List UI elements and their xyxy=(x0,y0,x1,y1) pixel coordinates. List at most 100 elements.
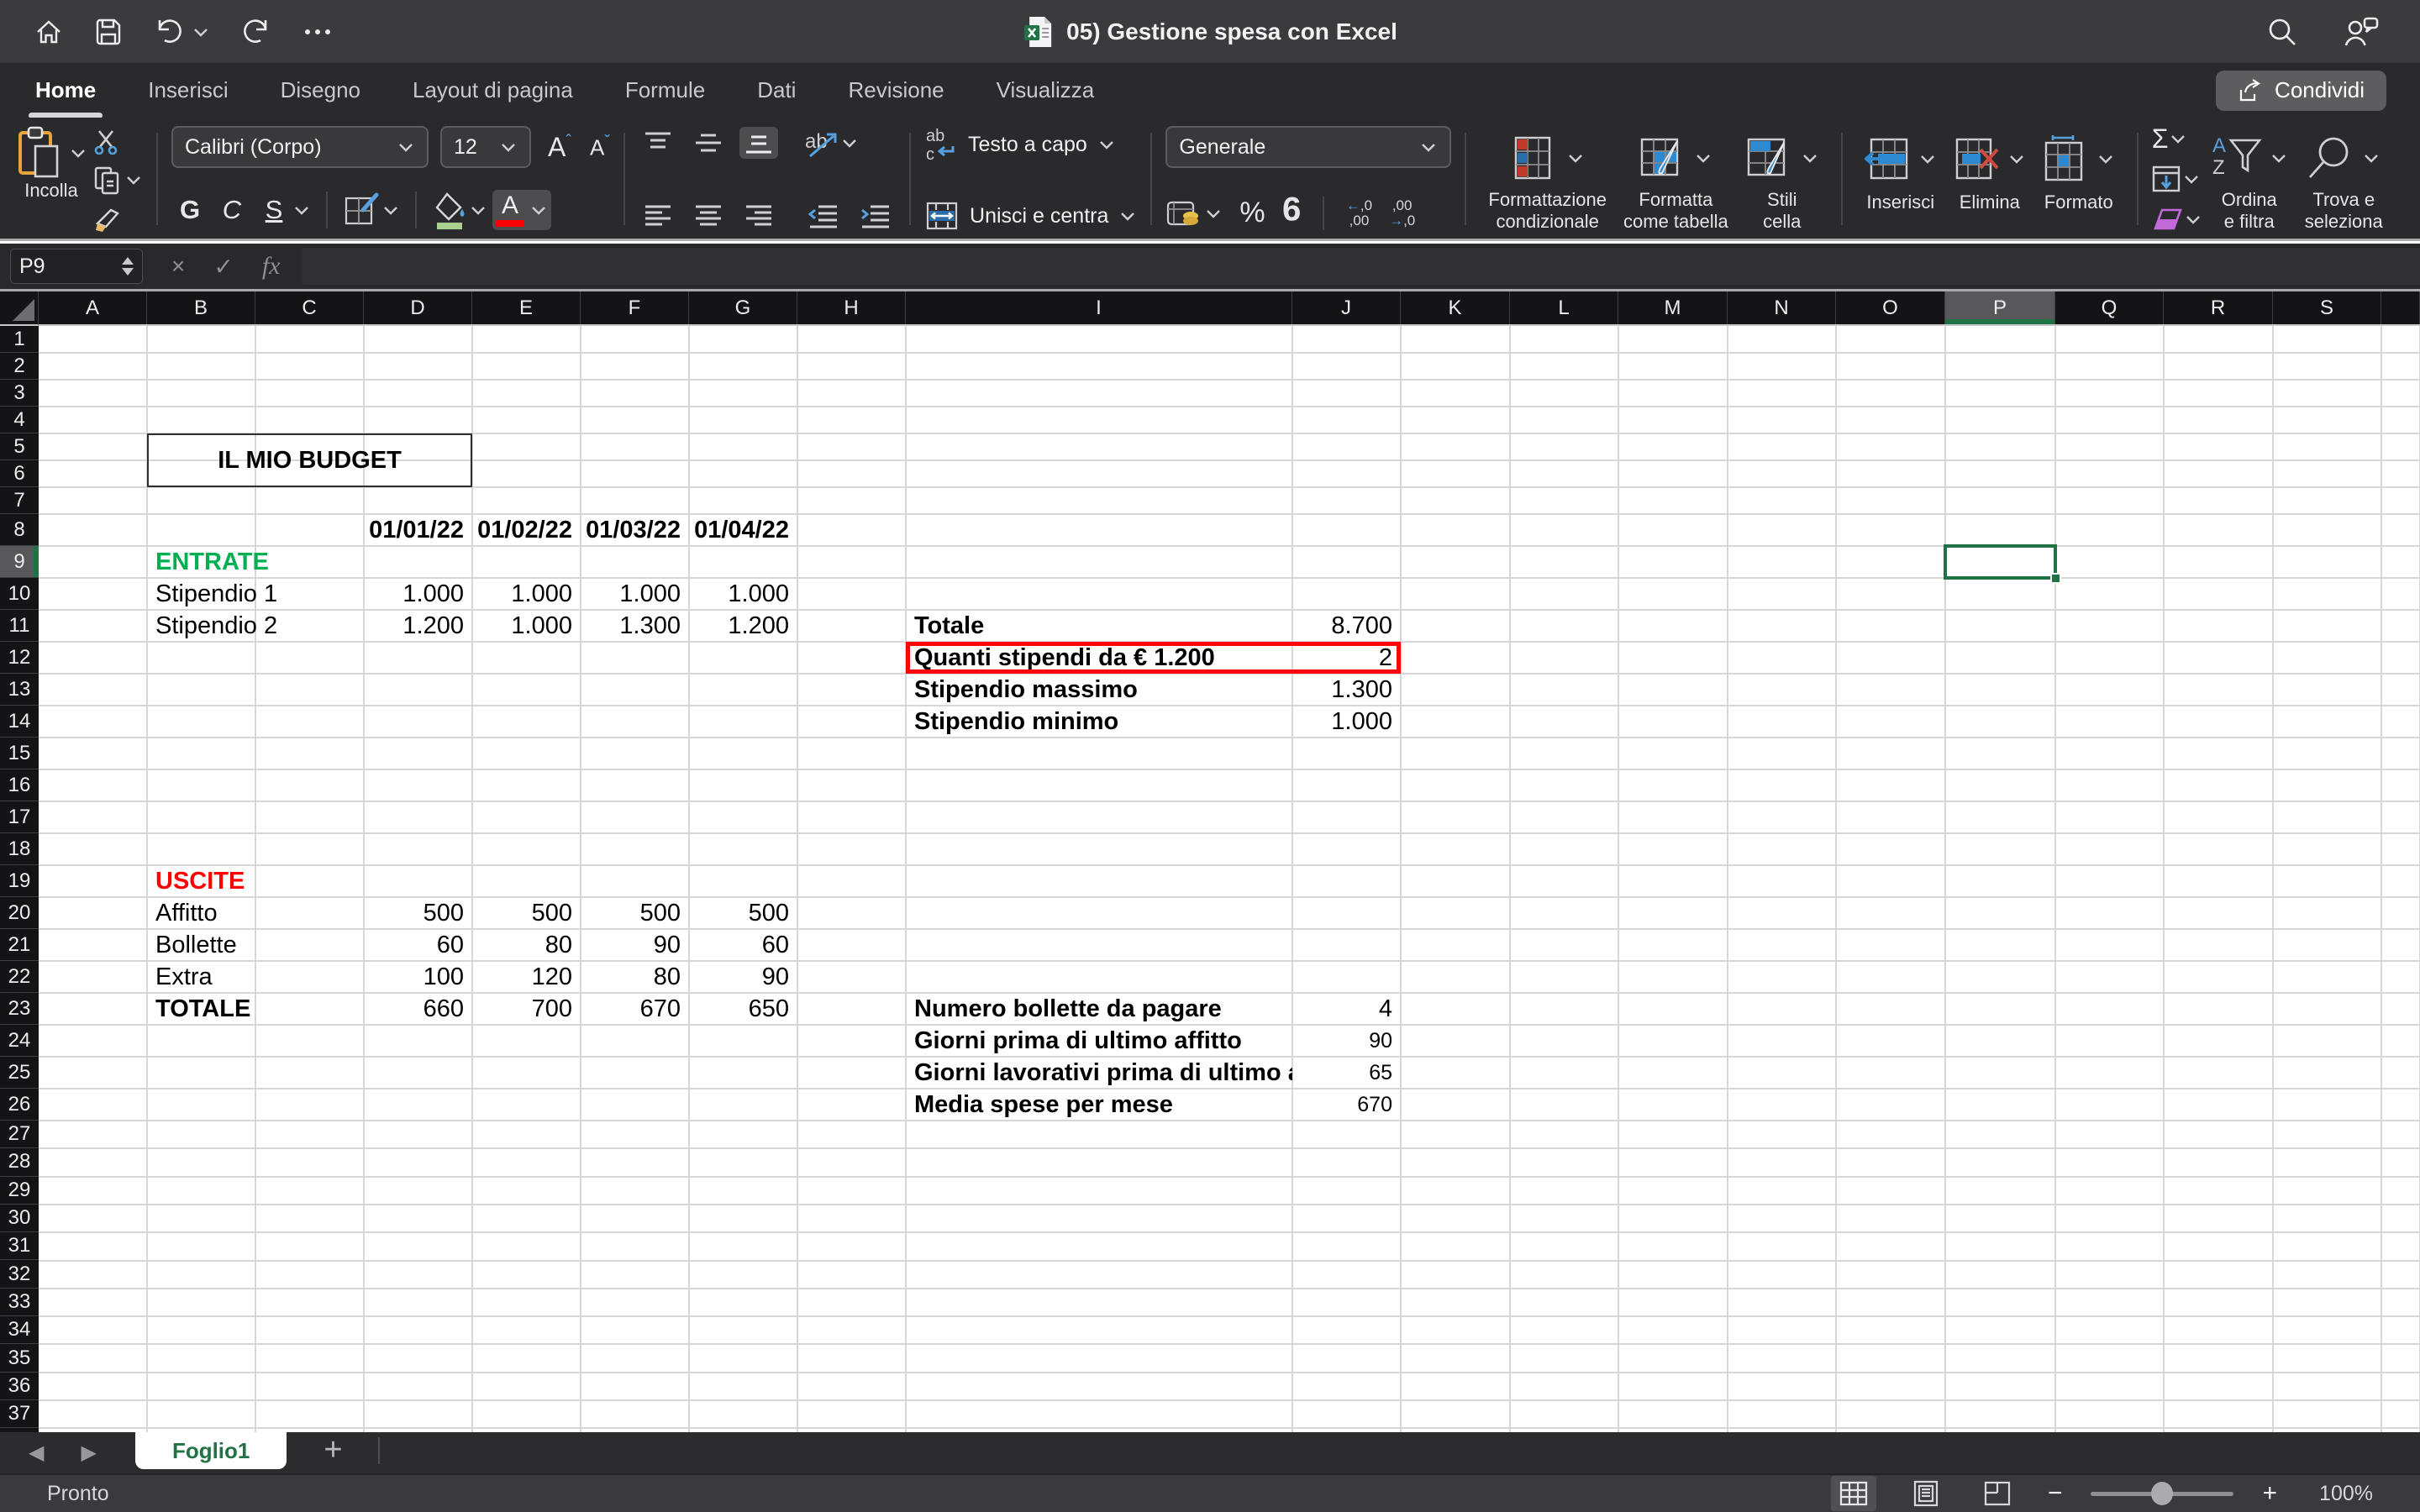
cell-J26[interactable]: 670 xyxy=(1292,1089,1401,1121)
fill-color-button[interactable] xyxy=(432,191,487,229)
align-bottom-button[interactable] xyxy=(739,127,778,159)
zoom-slider[interactable] xyxy=(2091,1492,2233,1496)
chevron-down-icon[interactable] xyxy=(192,26,210,38)
row-header-37[interactable]: 37 xyxy=(0,1400,39,1428)
row-header-1[interactable]: 1 xyxy=(0,326,39,353)
cell-B11[interactable]: Stipendio 2 xyxy=(147,610,255,642)
row-header-32[interactable]: 32 xyxy=(0,1261,39,1289)
cell-styles-button[interactable]: Stilicella xyxy=(1745,126,1819,232)
col-header-J[interactable]: J xyxy=(1292,291,1401,324)
row-header-2[interactable]: 2 xyxy=(0,353,39,380)
row-header-17[interactable]: 17 xyxy=(0,801,39,833)
contact-us-icon[interactable] xyxy=(2343,15,2380,49)
cell-B23[interactable]: TOTALE xyxy=(147,993,255,1025)
zoom-slider-knob[interactable] xyxy=(2151,1482,2173,1505)
cell-J12[interactable]: 2 xyxy=(1292,642,1401,674)
fill-button[interactable] xyxy=(2152,165,2202,192)
cell-E11[interactable]: 1.000 xyxy=(472,610,581,642)
cell-I26[interactable]: Media spese per mese xyxy=(906,1089,1292,1121)
number-format-select[interactable]: Generale xyxy=(1165,126,1451,168)
cell-J24[interactable]: 90 xyxy=(1292,1025,1401,1057)
cell-G23[interactable]: 650 xyxy=(689,993,797,1025)
tab-home[interactable]: Home xyxy=(34,72,97,108)
format-cells-button[interactable]: Formato xyxy=(2043,126,2115,232)
cell-J25[interactable]: 65 xyxy=(1292,1057,1401,1089)
conditional-formatting-button[interactable]: Formattazionecondizionale xyxy=(1488,126,1607,232)
row-header-22[interactable]: 22 xyxy=(0,961,39,993)
cell-I11[interactable]: Totale xyxy=(906,610,1292,642)
row-header-8[interactable]: 8 xyxy=(0,514,39,546)
select-all-corner[interactable] xyxy=(0,291,39,326)
autosum-button[interactable]: Σ xyxy=(2152,126,2202,151)
borders-button[interactable] xyxy=(343,192,400,228)
col-header-C[interactable]: C xyxy=(255,291,364,324)
more-options-icon[interactable] xyxy=(302,27,333,37)
row-header-14[interactable]: 14 xyxy=(0,706,39,738)
cell-J23[interactable]: 4 xyxy=(1292,993,1401,1025)
tab-disegno[interactable]: Disegno xyxy=(279,72,362,108)
cell-D21[interactable]: 60 xyxy=(364,929,472,961)
row-header-35[interactable]: 35 xyxy=(0,1344,39,1372)
cut-button[interactable] xyxy=(92,128,143,155)
row-header-28[interactable]: 28 xyxy=(0,1148,39,1176)
row-header-25[interactable]: 25 xyxy=(0,1057,39,1089)
cell-E20[interactable]: 500 xyxy=(472,897,581,929)
cell-I23[interactable]: Numero bollette da pagare xyxy=(906,993,1292,1025)
cell-D22[interactable]: 100 xyxy=(364,961,472,993)
col-header-D[interactable]: D xyxy=(364,291,472,324)
cell-B20[interactable]: Affitto xyxy=(147,897,255,929)
save-icon[interactable] xyxy=(94,18,123,46)
cell-I25[interactable]: Giorni lavorativi prima di ultimo affitt… xyxy=(906,1057,1292,1089)
cell-B10[interactable]: Stipendio 1 xyxy=(147,578,255,610)
row-header-5[interactable]: 5 xyxy=(0,433,39,460)
next-sheet-icon[interactable]: ▶ xyxy=(81,1441,96,1465)
col-header-P[interactable]: P xyxy=(1945,291,2055,324)
cell-F23[interactable]: 670 xyxy=(581,993,689,1025)
cell-G11[interactable]: 1.200 xyxy=(689,610,797,642)
col-header-M[interactable]: M xyxy=(1618,291,1728,324)
zoom-out-button[interactable]: − xyxy=(2048,1479,2063,1508)
row-header-12[interactable]: 12 xyxy=(0,642,39,674)
cell-J14[interactable]: 1.000 xyxy=(1292,706,1401,738)
cell-G10[interactable]: 1.000 xyxy=(689,578,797,610)
decrease-font-button[interactable]: Aˇ xyxy=(590,133,610,161)
row-header-21[interactable]: 21 xyxy=(0,929,39,961)
cell-G8[interactable]: 01/04/22 xyxy=(689,514,797,546)
row-header-7[interactable]: 7 xyxy=(0,487,39,514)
cell-E10[interactable]: 1.000 xyxy=(472,578,581,610)
cell-B22[interactable]: Extra xyxy=(147,961,255,993)
cell-B19[interactable]: USCITE xyxy=(147,865,255,897)
cell-G20[interactable]: 500 xyxy=(689,897,797,929)
find-select-button[interactable]: Trova eseleziona xyxy=(2305,126,2383,232)
add-sheet-button[interactable]: + xyxy=(324,1434,342,1466)
name-box-spinner[interactable] xyxy=(122,257,134,276)
row-header-30[interactable]: 30 xyxy=(0,1205,39,1232)
cell-I24[interactable]: Giorni prima di ultimo affitto xyxy=(906,1025,1292,1057)
formula-input[interactable] xyxy=(302,248,2420,285)
page-layout-view-button[interactable] xyxy=(1905,1475,1947,1512)
sheet-tab-foglio1[interactable]: Foglio1 xyxy=(135,1432,287,1469)
tab-dati[interactable]: Dati xyxy=(755,72,797,108)
cell-J11[interactable]: 8.700 xyxy=(1292,610,1401,642)
merge-center-button[interactable]: Unisci e centra xyxy=(924,200,1137,232)
align-center-button[interactable] xyxy=(689,200,728,232)
enter-icon[interactable]: ✓ xyxy=(213,253,233,281)
cell-F21[interactable]: 90 xyxy=(581,929,689,961)
cell-D10[interactable]: 1.000 xyxy=(364,578,472,610)
row-header-16[interactable]: 16 xyxy=(0,769,39,801)
col-header-O[interactable]: O xyxy=(1836,291,1945,324)
copy-button[interactable] xyxy=(92,165,143,195)
share-button[interactable]: Condividi xyxy=(2216,71,2386,111)
sheet-grid[interactable]: IL MIO BUDGET01/01/2201/02/2201/03/2201/… xyxy=(39,326,2420,1432)
accounting-format-button[interactable] xyxy=(1165,197,1223,229)
increase-indent-button[interactable] xyxy=(855,200,896,232)
cell-I13[interactable]: Stipendio massimo xyxy=(906,674,1292,706)
cancel-icon[interactable]: × xyxy=(171,253,185,280)
col-header-E[interactable]: E xyxy=(472,291,581,324)
zoom-in-button[interactable]: + xyxy=(2262,1479,2277,1508)
format-painter-button[interactable] xyxy=(92,205,143,234)
col-header-L[interactable]: L xyxy=(1510,291,1618,324)
cell-G22[interactable]: 90 xyxy=(689,961,797,993)
underline-button[interactable]: S xyxy=(255,195,311,225)
cell-D20[interactable]: 500 xyxy=(364,897,472,929)
